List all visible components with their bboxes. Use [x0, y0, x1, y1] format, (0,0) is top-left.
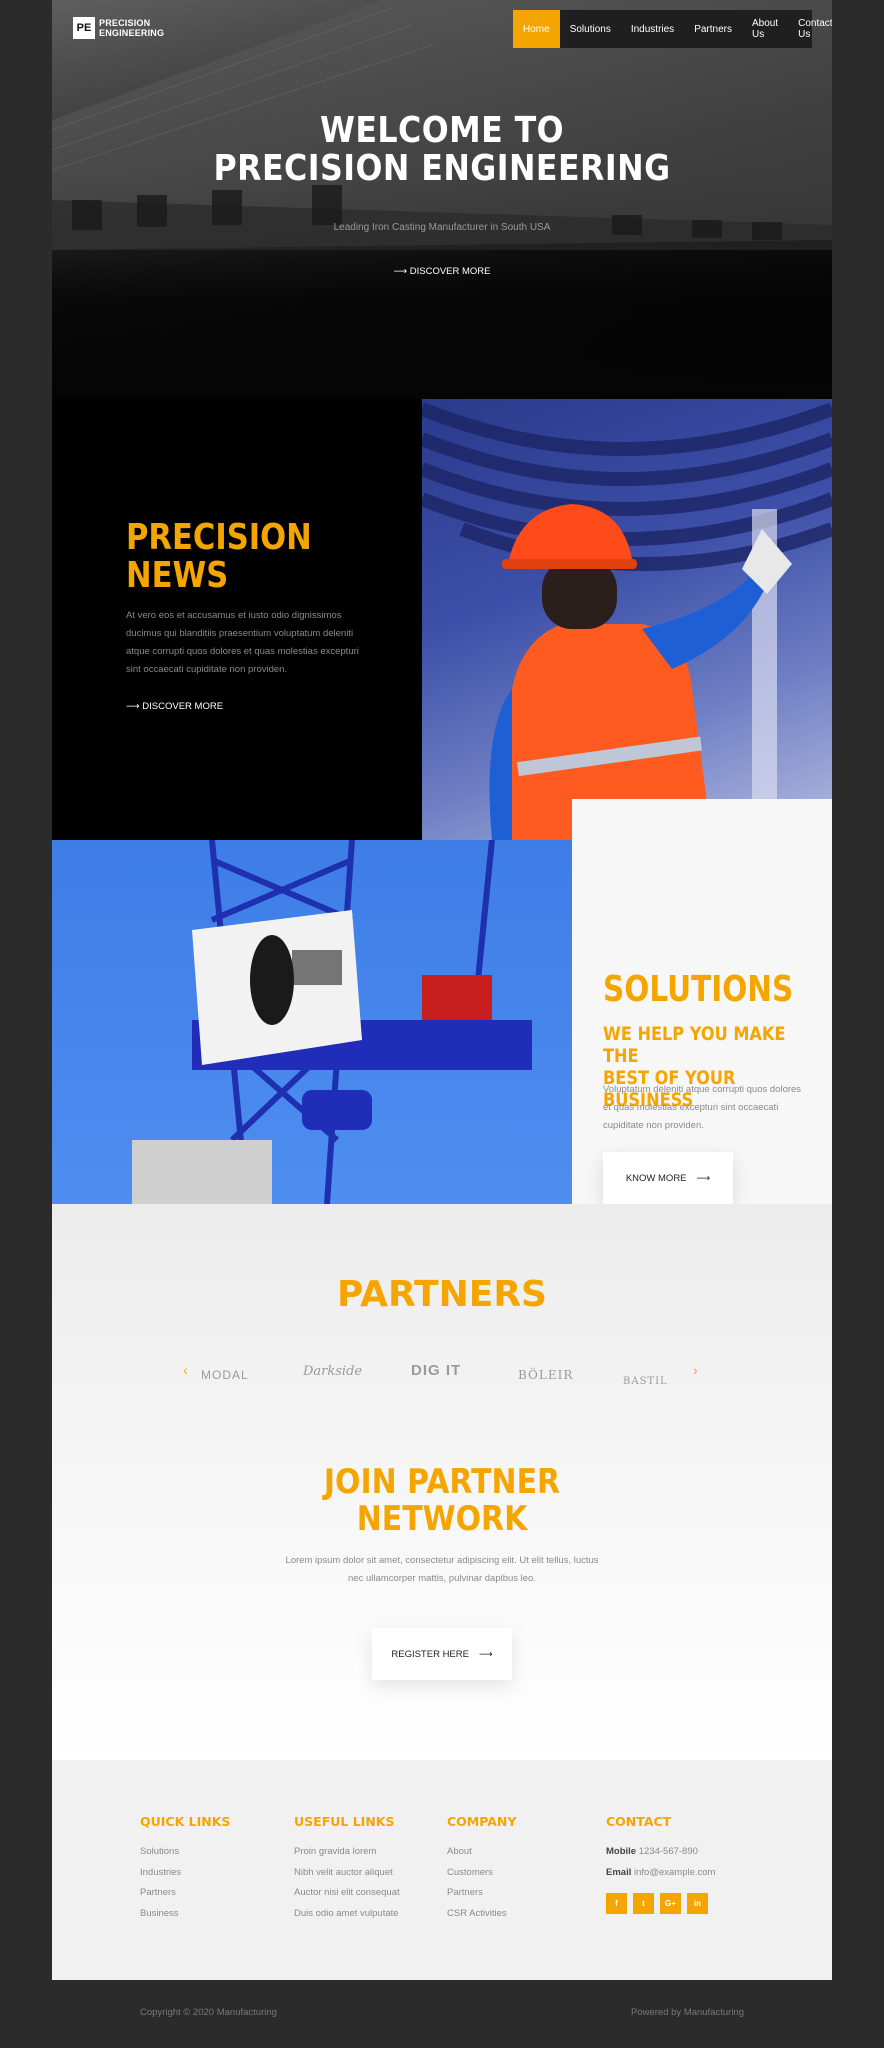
arrow-right-icon: ⟶: [126, 701, 140, 712]
partners-title: PARTNERS: [337, 1274, 547, 1315]
company-link-item[interactable]: About: [447, 1842, 516, 1863]
news-title-line1: PRECISION: [126, 517, 312, 558]
join-text-line2: nec ullamcorper mattis, pulvinar dapibus…: [348, 1573, 536, 1584]
useful-link-item[interactable]: Auctor nisi elit consequat: [294, 1883, 400, 1904]
logo-line1: PRECISION: [99, 18, 151, 28]
nav-contact-us[interactable]: Contact Us: [788, 10, 832, 48]
news-text: At vero eos et accusamus et iusto odio d…: [126, 610, 359, 675]
partner-logo-modal: MODAL: [201, 1368, 249, 1382]
quick-link-item[interactable]: Business: [140, 1904, 230, 1925]
hero-title-line2: PRECISION ENGINEERING: [213, 148, 671, 189]
arrow-right-icon: ⟶: [478, 1648, 493, 1660]
register-here-label: REGISTER HERE: [391, 1648, 469, 1660]
logo-mark: PE: [73, 17, 95, 39]
join-text: Lorem ipsum dolor sit amet, consectetur …: [52, 1552, 832, 1588]
footer: QUICK LINKS Solutions Industries Partner…: [52, 1760, 832, 1980]
solutions-subtitle-line1: WE HELP YOU MAKE THE: [603, 1023, 786, 1067]
know-more-label: KNOW MORE: [625, 1172, 687, 1184]
news-title: PRECISION NEWS: [126, 519, 312, 595]
quick-link-item[interactable]: Industries: [140, 1863, 230, 1884]
partner-logo-darkside: Darkside: [303, 1364, 363, 1379]
useful-link-item[interactable]: Nibh velit auctor aliquet: [294, 1863, 400, 1884]
useful-link-item[interactable]: Proin gravida lorem: [294, 1842, 400, 1863]
hero-section: PE PRECISION ENGINEERING Home Solutions …: [52, 0, 832, 399]
useful-links-heading: USEFUL LINKS: [294, 1814, 395, 1829]
logo-line2: ENGINEERING: [99, 28, 165, 38]
hero-title-line1: WELCOME TO: [319, 110, 565, 151]
hero-discover-more-link[interactable]: ⟶ DISCOVER MORE: [52, 266, 832, 277]
contact-heading: CONTACT: [606, 1814, 672, 1829]
hero-cta-label: DISCOVER MORE: [409, 266, 491, 277]
partner-logos-carousel: ‹ MODAL Darkside DIG IT BÖLEIR BASTIL ›: [183, 1354, 703, 1404]
bottom-bar: [0, 1980, 884, 2048]
google-plus-icon[interactable]: G+: [660, 1893, 681, 1914]
mobile-label: Mobile: [606, 1846, 637, 1857]
mobile-value: 1234-567-890: [638, 1846, 698, 1857]
partners-section: PARTNERS ‹ MODAL Darkside DIG IT BÖLEIR …: [52, 1204, 832, 1760]
copyright-text: Copyright © 2020 Manufacturing: [140, 2007, 277, 2018]
company-link-item[interactable]: Partners: [447, 1883, 516, 1904]
quick-links-heading: QUICK LINKS: [140, 1814, 231, 1829]
quick-link-item[interactable]: Partners: [140, 1883, 230, 1904]
company-heading: COMPANY: [447, 1814, 517, 1829]
join-title-line2: NETWORK: [356, 1499, 528, 1539]
solutions-title: SOLUTIONS: [603, 969, 794, 1010]
news-title-line2: NEWS: [126, 555, 229, 596]
footer-useful-links: USEFUL LINKS Proin gravida lorem Nibh ve…: [294, 1814, 400, 1924]
news-cta-label: DISCOVER MORE: [142, 701, 224, 712]
carousel-next-arrow-icon[interactable]: ›: [693, 1362, 698, 1378]
main-nav: Home Solutions Industries Partners About…: [513, 10, 832, 48]
email-label: Email: [606, 1866, 632, 1878]
nav-home[interactable]: Home: [513, 10, 560, 48]
nav-partners[interactable]: Partners: [684, 10, 742, 48]
page: PE PRECISION ENGINEERING Home Solutions …: [52, 0, 832, 1980]
hero-subtitle: Leading Iron Casting Manufacturer in Sou…: [333, 222, 551, 233]
footer-contact: CONTACT Mobile 1234-567-890 Email info@e…: [606, 1814, 715, 1914]
arrow-right-icon: ⟶: [696, 1172, 711, 1184]
crane-image: [52, 840, 572, 1204]
partner-logo-digit: DIG IT: [411, 1362, 462, 1379]
company-link-item[interactable]: CSR Activities: [447, 1904, 516, 1925]
news-section: PRECISION NEWS At vero eos et accusamus …: [52, 399, 422, 840]
partner-logo-boleir: BÖLEIR: [518, 1368, 574, 1382]
solutions-section: SOLUTIONS WE HELP YOU MAKE THE BEST OF Y…: [572, 799, 832, 1204]
hero-title: WELCOME TO PRECISION ENGINEERING: [99, 112, 785, 188]
nav-solutions[interactable]: Solutions: [560, 10, 621, 48]
partner-logo-bastil: BASTIL: [623, 1376, 668, 1387]
email-value[interactable]: info@example.com: [634, 1867, 715, 1878]
contact-mobile: Mobile 1234-567-890: [606, 1842, 715, 1863]
register-here-button[interactable]: REGISTER HERE ⟶: [372, 1628, 512, 1680]
brand-logo[interactable]: PE PRECISION ENGINEERING: [73, 17, 164, 39]
arrow-right-icon: ⟶: [393, 266, 408, 277]
nav-about-us[interactable]: About Us: [742, 10, 788, 48]
solutions-text: Voluptatum deleniti atque corrupti quos …: [603, 1084, 802, 1131]
company-link-item[interactable]: Customers: [447, 1863, 516, 1884]
join-title-line1: JOIN PARTNER: [323, 1462, 561, 1502]
worker-image: [422, 399, 832, 840]
carousel-prev-arrow-icon[interactable]: ‹: [183, 1362, 188, 1378]
contact-email: Email info@example.com: [606, 1863, 715, 1884]
quick-link-item[interactable]: Solutions: [140, 1842, 230, 1863]
footer-company: COMPANY About Customers Partners CSR Act…: [447, 1814, 516, 1924]
twitter-icon[interactable]: t: [633, 1893, 654, 1914]
know-more-button[interactable]: KNOW MORE ⟶: [603, 1152, 733, 1204]
social-links: f t G+ in: [606, 1893, 715, 1914]
useful-link-item[interactable]: Duis odio amet vulputate: [294, 1904, 400, 1925]
logo-text: PRECISION ENGINEERING: [99, 18, 164, 38]
linkedin-icon[interactable]: in: [687, 1893, 708, 1914]
nav-industries[interactable]: Industries: [621, 10, 684, 48]
join-title: JOIN PARTNER NETWORK: [99, 1464, 785, 1538]
join-text-line1: Lorem ipsum dolor sit amet, consectetur …: [285, 1555, 599, 1566]
news-discover-more-link[interactable]: ⟶ DISCOVER MORE: [126, 701, 223, 712]
powered-by-text: Powered by Manufacturing: [630, 2007, 744, 2018]
facebook-icon[interactable]: f: [606, 1893, 627, 1914]
footer-quick-links: QUICK LINKS Solutions Industries Partner…: [140, 1814, 230, 1924]
